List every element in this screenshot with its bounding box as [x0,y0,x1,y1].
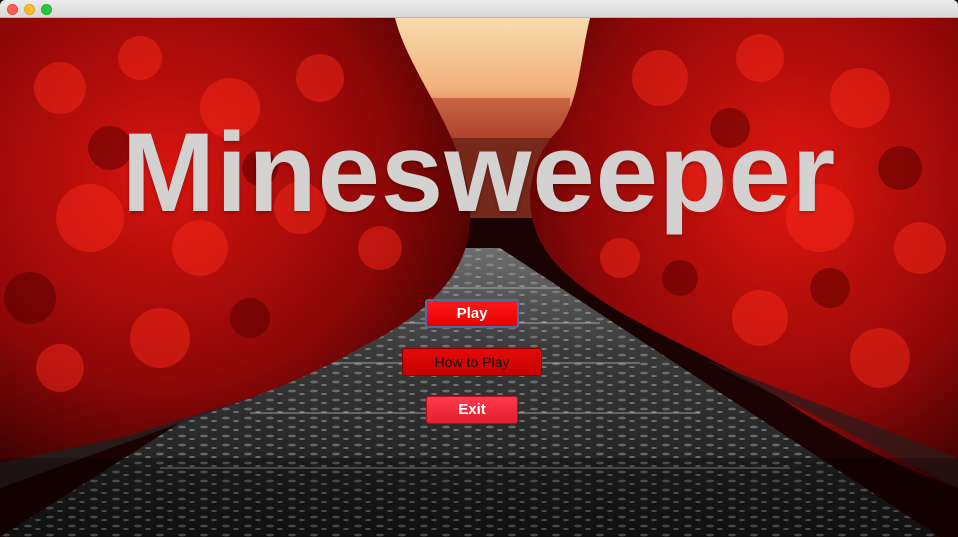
background-image: Minesweeper Play How to Play Exit [0,18,958,537]
play-button[interactable]: Play [425,299,519,328]
close-window-button[interactable] [7,4,18,15]
exit-button[interactable]: Exit [426,396,518,424]
forest-path-illustration [0,18,958,537]
window-titlebar [0,0,958,18]
game-title: Minesweeper [121,110,837,235]
minimize-window-button[interactable] [24,4,35,15]
app-window: Minesweeper Play How to Play Exit [0,0,958,537]
zoom-window-button[interactable] [41,4,52,15]
how-to-play-button[interactable]: How to Play [402,348,542,376]
